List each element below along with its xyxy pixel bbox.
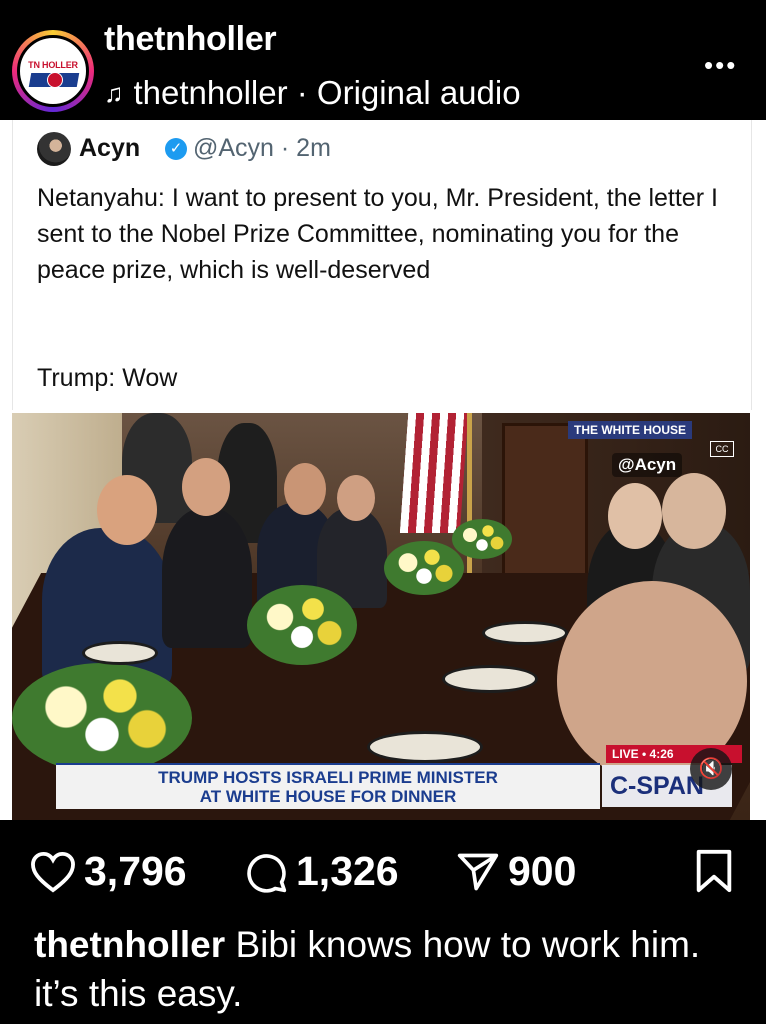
video-frame[interactable]: THE WHITE HOUSE CC @Acyn TRUMP HOSTS ISR… [12,413,750,820]
head [608,483,662,549]
comment-button[interactable]: 1,326 [244,848,399,895]
comment-count: 1,326 [296,848,399,894]
post-caption: thetnholler Bibi knows how to work him. … [34,920,744,1018]
like-button[interactable]: 3,796 [30,848,187,895]
like-count: 3,796 [84,848,187,894]
tweet-text-reply: Trump: Wow [37,364,178,392]
heart-icon [31,851,75,893]
tweet-card: Acyn ✓ @Acyn · 2m Netanyahu: I want to p… [12,120,752,410]
watermark: @Acyn [612,453,683,477]
flower-centerpiece [12,663,192,773]
plate [82,641,158,665]
comment-icon [247,853,287,893]
network-badge: THE WHITE HOUSE [568,421,693,439]
avatar-logo-text: TN HOLLER [28,60,78,70]
lower-third-line2: AT WHITE HOUSE FOR DINNER [199,787,457,806]
plate [442,665,538,693]
tweet-text: Netanyahu: I want to present to you, Mr.… [37,184,718,284]
more-options-icon[interactable]: ••• [704,50,737,81]
lower-third-line1: TRUMP HOSTS ISRAELI PRIME MINISTER [158,768,498,787]
head [182,458,230,516]
head [284,463,326,515]
us-flag [399,413,469,533]
muted-speaker-icon[interactable]: 🔇 [690,748,732,790]
music-note-icon: ♫ [104,77,124,108]
plate [367,731,483,763]
username[interactable]: thetnholler [104,20,277,59]
closed-caption-icon: CC [710,441,734,457]
share-count: 900 [508,848,577,894]
lower-third-banner: TRUMP HOSTS ISRAELI PRIME MINISTER AT WH… [56,763,600,809]
audio-link[interactable]: ♫ thetnholler · Original audio [104,74,521,112]
verified-badge-icon: ✓ [165,138,187,160]
post-media[interactable]: Acyn ✓ @Acyn · 2m Netanyahu: I want to p… [0,120,766,820]
flower-centerpiece [247,585,357,665]
send-icon [457,853,499,890]
tweet-avatar [37,132,71,166]
tristar-icon [47,72,63,88]
tweet-handle-time: @Acyn · 2m [193,134,331,162]
bookmark-icon [696,849,732,893]
head [662,473,726,549]
audio-label: thetnholler · Original audio [133,74,521,111]
head [337,475,375,521]
plate [482,621,568,645]
share-button[interactable]: 900 [456,848,576,895]
action-bar: 3,796 1,326 900 thetnholler Bibi knows h… [0,820,766,1024]
avatar-logo: TN HOLLER [17,35,89,107]
person [162,508,252,648]
save-button[interactable] [694,848,734,894]
profile-avatar[interactable]: TN HOLLER [12,30,94,112]
flower-centerpiece [384,541,464,595]
post-header: TN HOLLER thetnholler ♫ thetnholler · Or… [0,0,766,120]
flower-centerpiece [452,519,512,559]
tweet-author-name: Acyn [79,134,141,162]
head [97,475,157,545]
caption-username[interactable]: thetnholler [34,924,225,965]
